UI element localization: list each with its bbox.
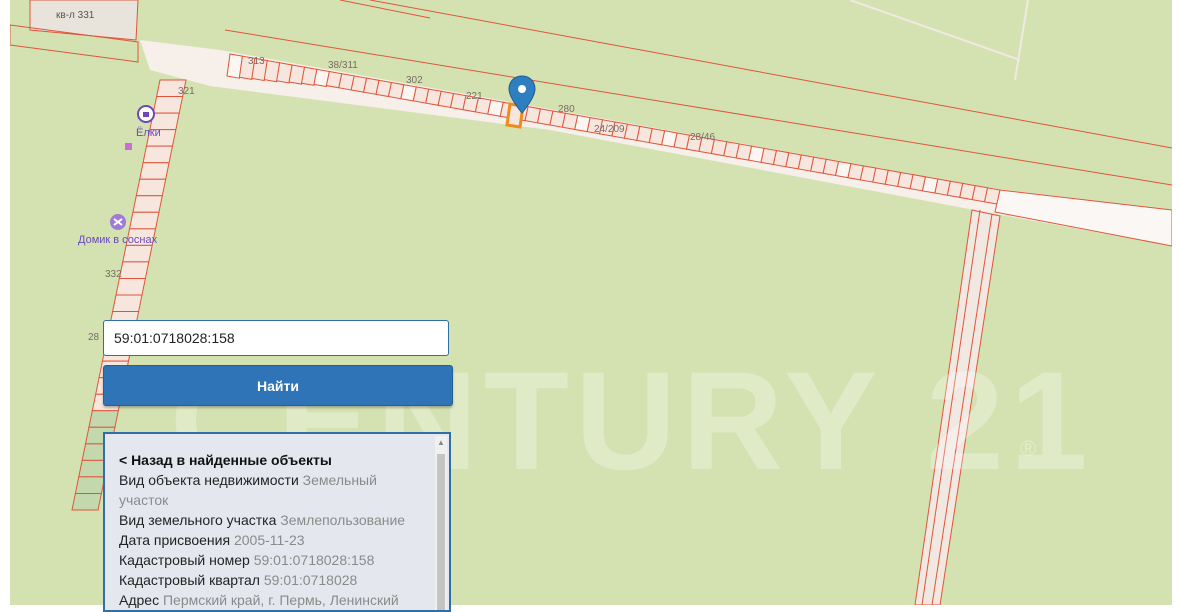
info-row-cadastral-quarter: Кадастровый квартал 59:01:0718028 [119, 570, 419, 590]
info-label: Вид земельного участка [119, 512, 277, 528]
scroll-thumb[interactable] [437, 454, 445, 610]
info-label: Дата присвоения [119, 532, 231, 548]
info-row-address: Адрес Пермский край, г. Пермь, Ленинский [119, 590, 419, 610]
parcel[interactable] [74, 476, 106, 494]
parcel-line [224, 29, 1172, 186]
plot-label: 321 [178, 86, 195, 97]
info-value: Землепользование [280, 512, 406, 528]
watermark-mark: ® [1020, 436, 1037, 461]
info-label: Кадастровый квартал [119, 572, 260, 588]
info-label: Вид объекта недвижимости [119, 472, 299, 488]
parcel[interactable] [122, 244, 153, 263]
shop-icon[interactable] [137, 105, 155, 123]
info-row-object-type: Вид объекта недвижимости Земельный участ… [119, 470, 419, 510]
plot-label: 24/209 [594, 124, 625, 135]
panel-scrollbar[interactable]: ▲ [435, 436, 447, 610]
cadastral-search-input[interactable] [103, 320, 449, 356]
plot-label: 332 [105, 269, 122, 280]
info-value: 59:01:0718028 [263, 572, 358, 588]
parcel[interactable] [71, 492, 102, 511]
parcel[interactable] [142, 145, 174, 164]
parcel[interactable] [115, 277, 146, 296]
parcel[interactable] [112, 294, 143, 313]
plot-label: 302 [406, 75, 423, 86]
poi-marker [125, 143, 132, 150]
info-value: Пермский край, г. Пермь, Ленинский [162, 592, 399, 608]
plot-label: 28/46 [690, 132, 716, 143]
scroll-up-icon[interactable]: ▲ [435, 436, 447, 450]
info-row-date: Дата присвоения 2005-11-23 [119, 530, 419, 550]
parcel[interactable] [132, 195, 163, 213]
plot-label: 280 [558, 104, 575, 115]
block-label: кв-л 331 [56, 10, 95, 21]
parcel[interactable] [135, 178, 167, 197]
parcel[interactable] [128, 211, 160, 230]
object-info-content: < Назад в найденные объекты Вид объекта … [119, 450, 419, 610]
info-label: Адрес [119, 592, 160, 608]
info-row-cadastral-number: Кадастровый номер 59:01:0718028:158 [119, 550, 419, 570]
parcel-line [369, 0, 1172, 149]
plot-label: 221 [466, 91, 483, 102]
plot-label: 28 [88, 332, 100, 343]
back-to-results-link[interactable]: < Назад в найденные объекты [119, 450, 419, 470]
info-row-land-type: Вид земельного участка Землепользование [119, 510, 419, 530]
parcel[interactable] [118, 261, 150, 279]
attraction-icon[interactable] [110, 214, 126, 230]
object-info-panel[interactable]: < Назад в найденные объекты Вид объекта … [103, 432, 451, 612]
poi-label-domik[interactable]: Домик в соснах [78, 234, 157, 246]
info-value: 2005-11-23 [233, 532, 305, 548]
vertical-road [914, 209, 1001, 605]
parcel[interactable] [152, 96, 184, 114]
find-button[interactable]: Найти [103, 365, 453, 406]
parcel[interactable] [88, 410, 119, 428]
plot-label: 313 [248, 56, 265, 67]
info-label: Кадастровый номер [119, 552, 250, 568]
parcel[interactable] [139, 162, 170, 180]
plot-label: 38/311 [328, 60, 358, 71]
poi-label-yolki[interactable]: Ёлки [136, 127, 161, 139]
info-value: 59:01:0718028:158 [253, 552, 375, 568]
